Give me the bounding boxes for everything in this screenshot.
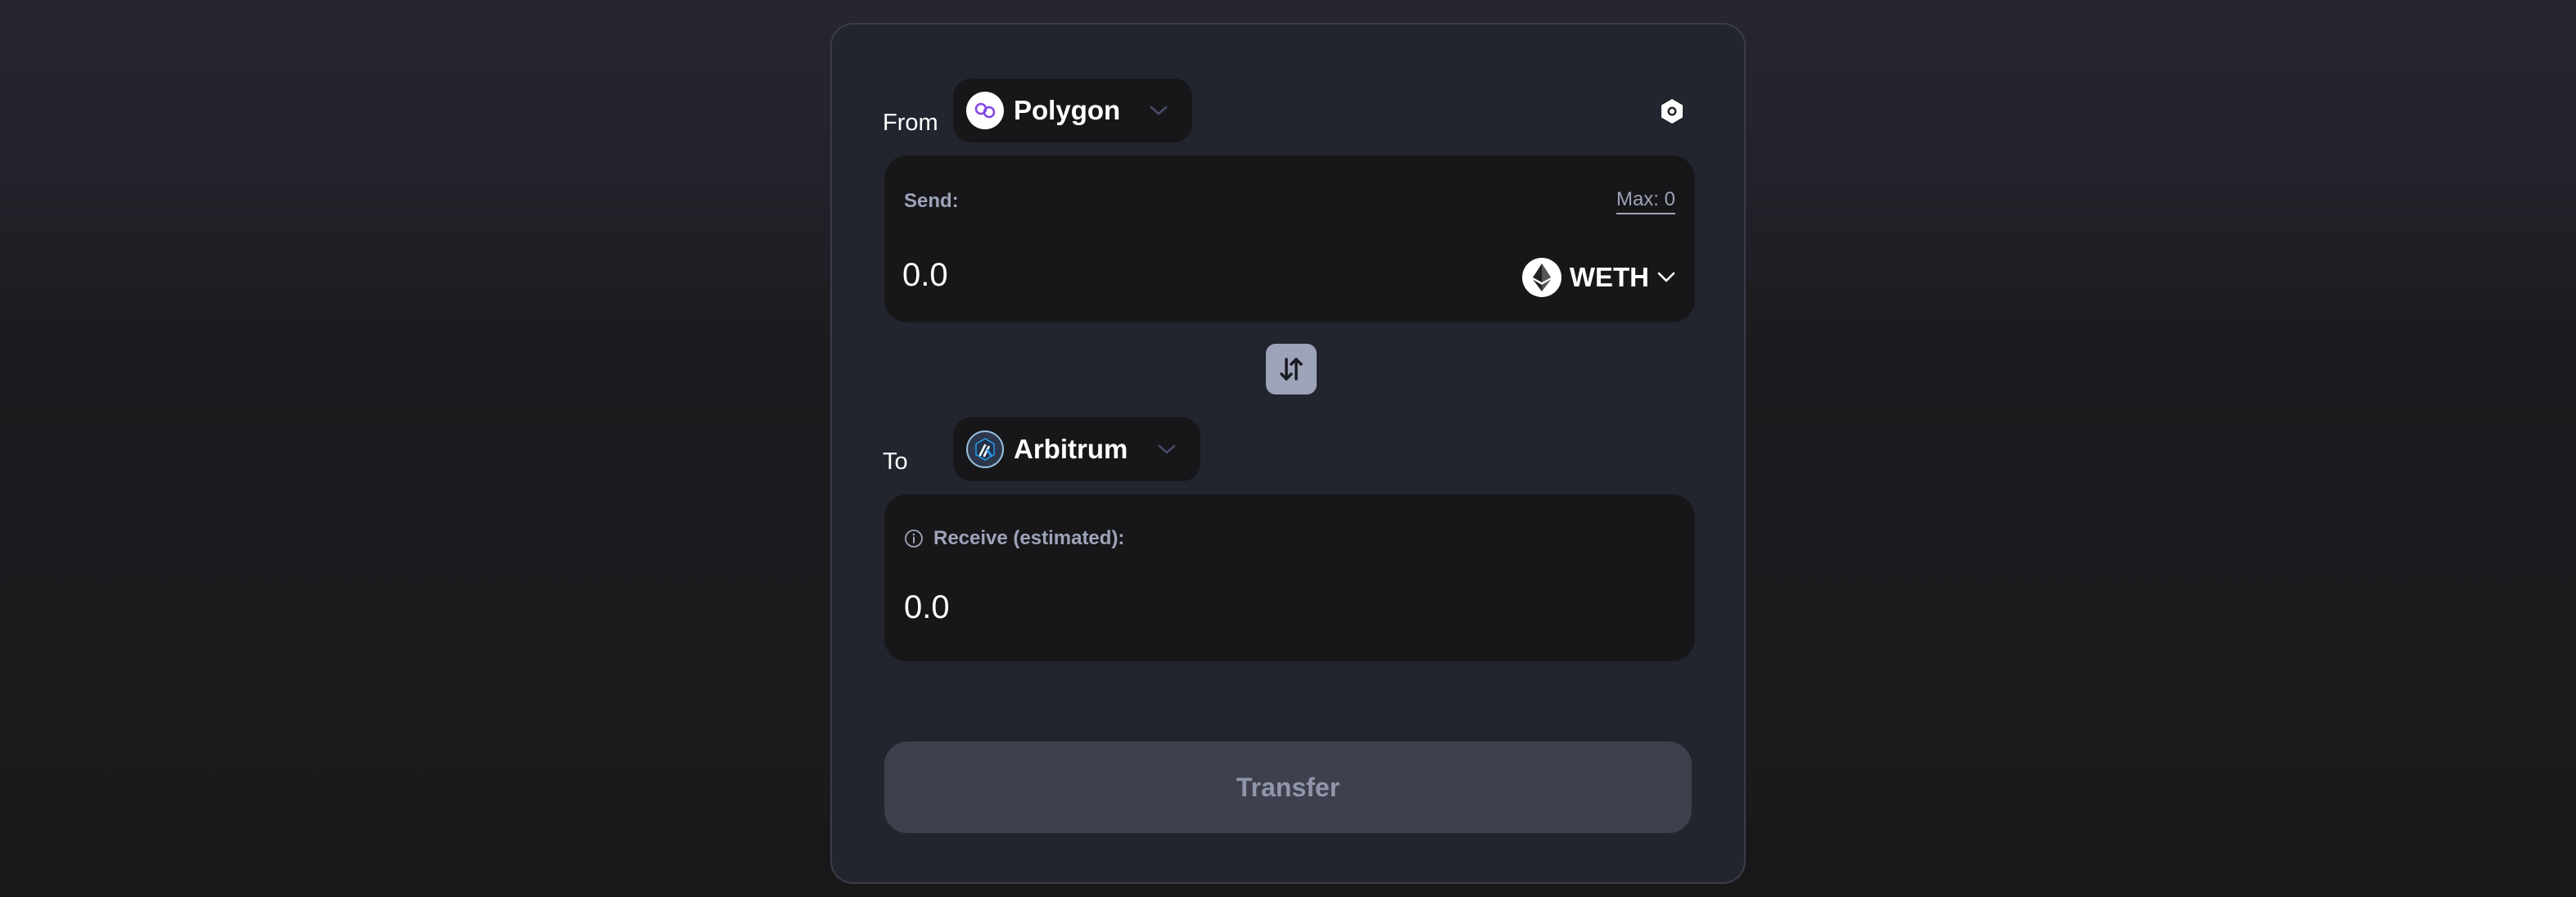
switch-direction-button[interactable] (1266, 344, 1317, 394)
transfer-button[interactable]: Transfer (884, 741, 1692, 833)
to-chain-select[interactable]: Arbitrum (953, 417, 1200, 481)
from-label: From (883, 110, 938, 136)
settings-button[interactable] (1656, 95, 1688, 128)
send-box: Send: Max: 0 WETH (884, 156, 1695, 322)
settings-icon (1661, 99, 1683, 124)
info-icon (905, 530, 923, 548)
to-label: To (883, 448, 908, 475)
token-name: WETH (1569, 262, 1649, 292)
swap-direction-icon (1280, 358, 1303, 381)
receive-amount: 0.0 (904, 589, 950, 625)
from-chain-name: Polygon (1014, 95, 1121, 125)
token-select[interactable]: WETH (1521, 257, 1677, 298)
max-button[interactable]: Max: 0 (1616, 188, 1675, 214)
arbitrum-logo-icon (966, 430, 1004, 468)
send-amount-input[interactable] (902, 252, 1361, 298)
chevron-down-icon (1657, 272, 1675, 282)
ethereum-logo-icon (1521, 258, 1561, 297)
send-label: Send: (904, 190, 959, 212)
bridge-panel: From Polygon Send: Max: 0 0.0 WETH To Ar… (830, 23, 1746, 884)
chevron-down-icon (1158, 444, 1176, 454)
receive-label: Receive (estimated): (933, 527, 1125, 549)
from-chain-select[interactable]: Polygon (953, 79, 1192, 142)
to-chain-name: Arbitrum (1014, 434, 1128, 464)
receive-box: Receive (estimated): 0.0 (884, 494, 1695, 661)
polygon-logo-icon (966, 92, 1004, 129)
chevron-down-icon (1150, 106, 1168, 115)
